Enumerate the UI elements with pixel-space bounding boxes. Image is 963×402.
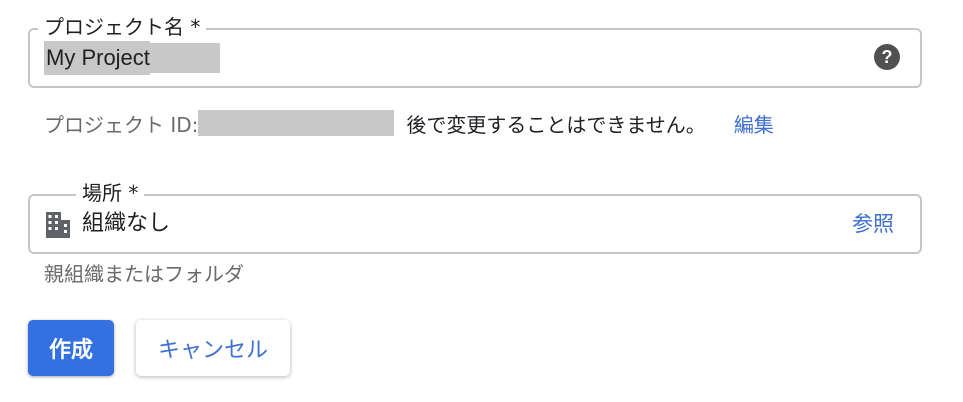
project-id-label: プロジェクト ID: (44, 112, 199, 137)
project-id-row: プロジェクト ID: 後で変更することはできません。 編集 (44, 108, 774, 138)
redacted-block (149, 43, 220, 73)
project-name-field: プロジェクト名 * My Project ? (28, 14, 922, 88)
project-id-note: 後で変更することはできません。 (406, 112, 706, 137)
building-icon (46, 212, 70, 238)
location-helper-text: 親組織またはフォルダ (44, 262, 244, 286)
project-name-value: My Project (44, 41, 150, 75)
cancel-button[interactable]: キャンセル (136, 320, 290, 376)
location-field[interactable]: 場所 * 組織なし 参照 (28, 180, 922, 254)
create-button[interactable]: 作成 (28, 320, 114, 376)
location-label: 場所 * (76, 180, 145, 206)
help-circle-icon[interactable]: ? (874, 44, 900, 70)
project-name-input[interactable]: My Project (44, 38, 844, 78)
project-id-value-redacted (198, 110, 395, 136)
location-value: 組織なし (82, 211, 171, 236)
project-name-label: プロジェクト名 * (38, 14, 207, 40)
edit-project-id-link[interactable]: 編集 (734, 109, 774, 138)
browse-button[interactable]: 参照 (852, 208, 894, 240)
